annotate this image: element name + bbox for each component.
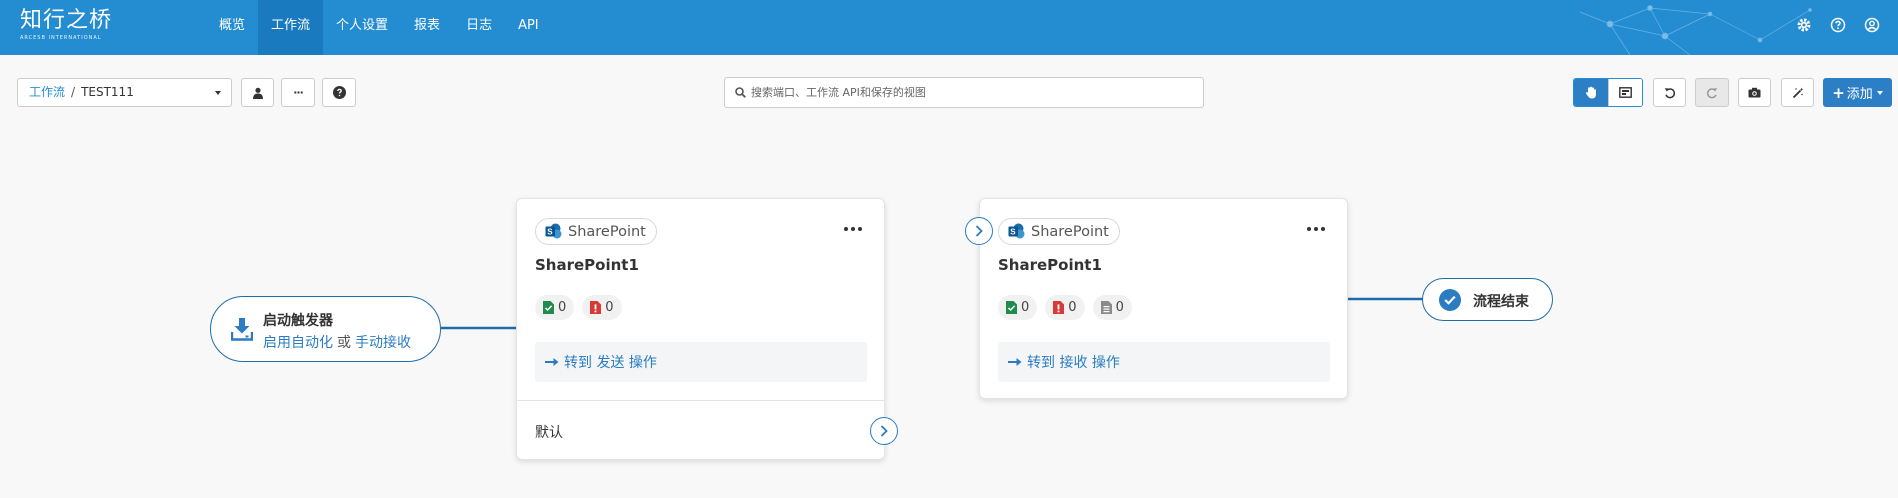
default-route-label: 默认 xyxy=(535,425,563,441)
goto-prefix: 转到 xyxy=(564,355,592,371)
enable-automation-link[interactable]: 启用自动化 xyxy=(263,335,333,351)
check-circle-icon xyxy=(1439,289,1461,311)
chevron-right-icon xyxy=(975,225,983,237)
file-pending-icon xyxy=(1100,301,1112,314)
connector-type-label: SharePoint xyxy=(568,223,646,240)
goto-receive-action[interactable]: 转到 接收 操作 xyxy=(998,342,1330,382)
connector-type-label: SharePoint xyxy=(1031,223,1109,240)
card-stats: 0 0 xyxy=(535,295,622,320)
trigger-or-text: 或 xyxy=(337,335,351,351)
success-count-badge[interactable]: 0 xyxy=(535,295,575,320)
goto-send-link[interactable]: 发送 xyxy=(596,352,624,372)
error-count-badge[interactable]: 0 xyxy=(1045,295,1085,320)
svg-text:S: S xyxy=(547,228,553,237)
file-success-icon xyxy=(543,301,554,314)
arrow-right-icon xyxy=(1008,358,1022,366)
pending-count: 0 xyxy=(1115,300,1124,315)
goto-prefix: 转到 xyxy=(1027,355,1055,371)
card-divider xyxy=(517,400,884,401)
goto-suffix: 操作 xyxy=(628,355,657,371)
svg-text:S: S xyxy=(1010,228,1016,237)
pending-count-badge[interactable]: 0 xyxy=(1092,295,1132,320)
flow-connectors xyxy=(441,297,1423,330)
goto-suffix: 操作 xyxy=(1091,355,1120,371)
sharepoint-icon: S xyxy=(1008,223,1025,239)
card-title: SharePoint1 xyxy=(535,256,639,274)
arrow-right-icon xyxy=(545,358,559,366)
goto-send-action[interactable]: 转到 发送 操作 xyxy=(535,342,867,382)
start-trigger-node[interactable]: 启动触发器 启用自动化或手动接收 xyxy=(210,296,441,362)
error-count-badge[interactable]: 0 xyxy=(582,295,622,320)
file-error-icon xyxy=(1053,301,1065,314)
card-menu-icon[interactable] xyxy=(1307,227,1325,231)
card-stats: 0 0 0 xyxy=(998,295,1132,320)
flow-end-node[interactable]: 流程结束 xyxy=(1422,278,1553,321)
connector-type-badge: S SharePoint xyxy=(998,218,1120,245)
error-count: 0 xyxy=(1068,300,1077,315)
error-count: 0 xyxy=(605,300,614,315)
card-input-handle[interactable] xyxy=(965,217,993,245)
connector-card-receive[interactable]: S SharePoint SharePoint1 0 0 0 转到 接收 操作 xyxy=(979,198,1348,399)
flow-end-label: 流程结束 xyxy=(1473,294,1529,310)
trigger-actions: 启用自动化或手动接收 xyxy=(263,332,411,352)
file-error-icon xyxy=(590,301,602,314)
default-route-output-handle[interactable] xyxy=(870,417,898,445)
success-count: 0 xyxy=(558,300,567,315)
trigger-title: 启动触发器 xyxy=(263,313,333,329)
manual-receive-link[interactable]: 手动接收 xyxy=(355,335,411,351)
connector-type-badge: S SharePoint xyxy=(535,218,657,245)
success-count-badge[interactable]: 0 xyxy=(998,295,1038,320)
connector-card-send[interactable]: S SharePoint SharePoint1 0 0 转到 发送 操作 默认 xyxy=(516,198,885,460)
goto-receive-link[interactable]: 接收 xyxy=(1059,352,1087,372)
sharepoint-icon: S xyxy=(545,223,562,239)
card-menu-icon[interactable] xyxy=(844,227,862,231)
success-count: 0 xyxy=(1021,300,1030,315)
chevron-right-icon xyxy=(880,425,888,437)
download-icon xyxy=(231,318,253,341)
card-title: SharePoint1 xyxy=(998,256,1102,274)
file-success-icon xyxy=(1006,301,1017,314)
